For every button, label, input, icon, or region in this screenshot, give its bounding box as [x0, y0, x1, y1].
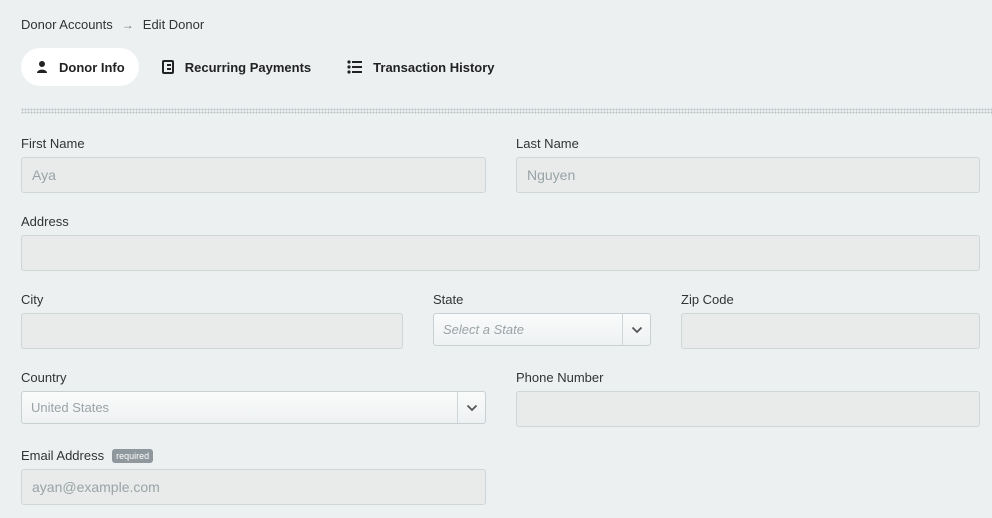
first-name-label: First Name: [21, 136, 85, 151]
email-address-value: ayan@example.com: [32, 479, 160, 495]
breadcrumb-arrow-icon: →: [121, 17, 134, 32]
person-icon: [37, 61, 47, 73]
address-book-icon: [161, 60, 174, 74]
last-name-input[interactable]: Nguyen: [516, 157, 980, 193]
breadcrumb-donor-accounts[interactable]: Donor Accounts: [21, 17, 113, 32]
state-field: State Select a State: [433, 292, 651, 347]
list-icon: [347, 60, 363, 74]
first-name-value: Aya: [32, 167, 56, 183]
city-input[interactable]: [21, 313, 403, 349]
tab-label: Recurring Payments: [184, 59, 312, 75]
tab-recurring-payments[interactable]: Recurring Payments: [147, 48, 325, 86]
city-label: City: [21, 292, 44, 307]
tab-donor-info[interactable]: Donor Info: [21, 48, 139, 86]
breadcrumb: Donor Accounts → Edit Donor: [21, 17, 204, 32]
tab-transaction-history[interactable]: Transaction History: [333, 48, 508, 86]
phone-number-input[interactable]: [516, 391, 980, 427]
state-placeholder: Select a State: [443, 322, 524, 337]
first-name-field: First Name Aya: [21, 136, 486, 193]
email-address-label-row: Email Address required: [21, 448, 486, 464]
address-field: Address: [21, 214, 980, 271]
breadcrumb-current: Edit Donor: [142, 17, 205, 32]
tab-label: Donor Info: [59, 59, 125, 75]
last-name-field: Last Name Nguyen: [516, 136, 980, 193]
state-label: State: [433, 292, 464, 307]
email-address-input[interactable]: ayan@example.com: [21, 469, 486, 505]
country-value: United States: [31, 400, 110, 415]
state-select[interactable]: Select a State: [433, 313, 651, 346]
country-select[interactable]: United States: [21, 391, 486, 424]
chevron-down-icon[interactable]: [622, 314, 650, 345]
email-address-label: Email Address: [21, 448, 105, 463]
last-name-value: Nguyen: [527, 167, 576, 183]
chevron-down-icon[interactable]: [457, 392, 485, 423]
last-name-label: Last Name: [516, 136, 579, 151]
tab-bar: Donor Info Recurring Payments Transactio…: [21, 48, 517, 86]
phone-number-field: Phone Number: [516, 370, 980, 427]
required-badge: required: [112, 449, 154, 463]
city-field: City: [21, 292, 403, 349]
zip-code-label: Zip Code: [681, 292, 734, 307]
phone-number-label: Phone Number: [516, 370, 604, 385]
address-label: Address: [21, 214, 69, 229]
address-input[interactable]: [21, 235, 980, 271]
section-divider: [21, 108, 992, 114]
email-address-field: Email Address required ayan@example.com: [21, 448, 486, 505]
zip-code-input[interactable]: [681, 313, 980, 349]
country-field: Country United States: [21, 370, 486, 425]
country-label: Country: [21, 370, 67, 385]
tab-label: Transaction History: [373, 59, 495, 75]
first-name-input[interactable]: Aya: [21, 157, 486, 193]
zip-code-field: Zip Code: [681, 292, 980, 349]
